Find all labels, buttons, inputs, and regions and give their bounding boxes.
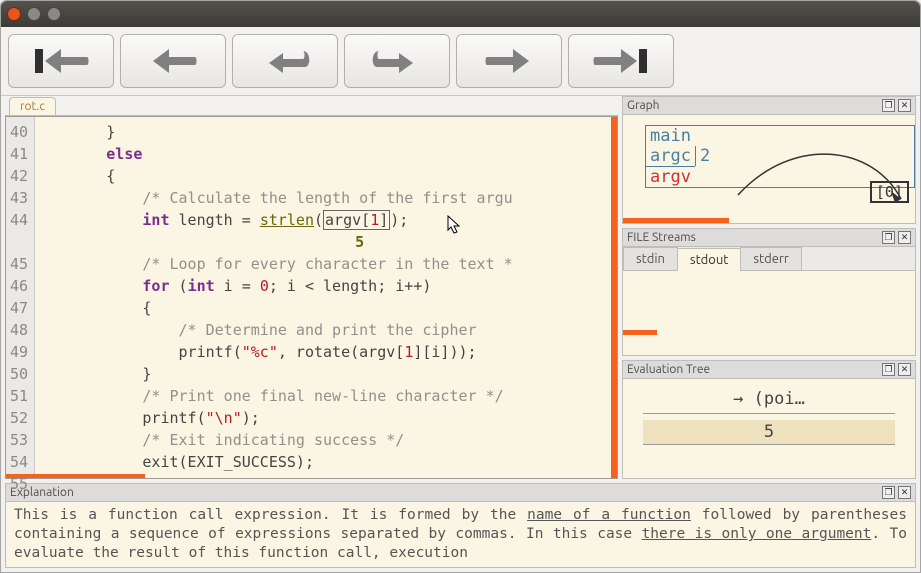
step-fwd-icon: [479, 45, 539, 77]
close-icon[interactable]: [7, 7, 21, 21]
step-into-back-button[interactable]: [232, 34, 338, 88]
stream-tab-stderr[interactable]: stderr: [740, 247, 801, 270]
tab-rot-c[interactable]: rot.c: [9, 97, 56, 115]
panel-explanation: Explanation ❐ ✕ This is a function call …: [5, 483, 916, 568]
panel-title-graph: Graph: [627, 99, 879, 112]
var-value: 2: [695, 146, 714, 166]
line-gutter: 4041424344 4546474849505152535455: [6, 117, 35, 478]
close-icon[interactable]: ✕: [898, 231, 911, 244]
eval-body[interactable]: → (poi… 5: [623, 379, 915, 478]
step-back-icon: [143, 45, 203, 77]
window-titlebar: [1, 1, 920, 27]
code-editor[interactable]: 4041424344 4546474849505152535455 } else…: [5, 116, 618, 479]
panel-title-explanation: Explanation: [10, 486, 879, 499]
code-area[interactable]: } else { /* Calculate the length of the …: [35, 117, 617, 478]
step-back-button[interactable]: [120, 34, 226, 88]
restore-icon[interactable]: ❐: [882, 99, 895, 112]
minimize-icon[interactable]: [27, 7, 41, 21]
explanation-text[interactable]: This is a function call expression. It i…: [6, 502, 915, 567]
maximize-icon[interactable]: [47, 7, 61, 21]
eval-value: 5: [643, 420, 895, 445]
step-into-back-icon: [255, 45, 315, 77]
panel-filestreams: FILE Streams ❐ ✕ stdinstdoutstderr: [622, 228, 916, 356]
restore-icon[interactable]: ❐: [882, 486, 895, 499]
restore-icon[interactable]: ❐: [882, 363, 895, 376]
close-icon[interactable]: ✕: [898, 363, 911, 376]
array-index-box: [0]: [870, 181, 909, 203]
filestreams-body: stdinstdoutstderr: [623, 247, 915, 355]
stack-frame: main argc2argv: [645, 125, 915, 188]
toolbar: [1, 27, 920, 96]
panel-title-filestreams: FILE Streams: [627, 231, 879, 244]
stream-tab-stdin[interactable]: stdin: [623, 247, 678, 270]
stream-tab-stdout[interactable]: stdout: [677, 248, 741, 271]
stream-output[interactable]: [623, 271, 915, 335]
step-into-fwd-button[interactable]: [344, 34, 450, 88]
close-icon[interactable]: ✕: [898, 486, 911, 499]
eval-hint: 5: [355, 231, 364, 253]
stream-tabs: stdinstdoutstderr: [623, 247, 915, 271]
panel-graph: Graph ❐ ✕ main argc2argv [0]: [622, 96, 916, 224]
step-fwd-full-button[interactable]: [568, 34, 674, 88]
panel-eval-tree: Evaluation Tree ❐ ✕ → (poi… 5: [622, 360, 916, 479]
restore-icon[interactable]: ❐: [882, 231, 895, 244]
step-fwd-button[interactable]: [456, 34, 562, 88]
step-back-full-button[interactable]: [8, 34, 114, 88]
step-fwd-full-icon: [591, 45, 651, 77]
panel-title-eval: Evaluation Tree: [627, 363, 879, 376]
editor-scroll-indicator: [6, 474, 145, 478]
eval-expr: → (poi…: [643, 389, 895, 414]
close-icon[interactable]: ✕: [898, 99, 911, 112]
var-name: argc: [646, 146, 695, 166]
var-name: argv: [646, 166, 695, 187]
frame-name: main: [646, 126, 695, 146]
graph-body[interactable]: main argc2argv [0]: [623, 115, 915, 223]
step-back-full-icon: [31, 45, 91, 77]
editor-tabs: rot.c: [5, 96, 618, 116]
step-into-fwd-icon: [367, 45, 427, 77]
